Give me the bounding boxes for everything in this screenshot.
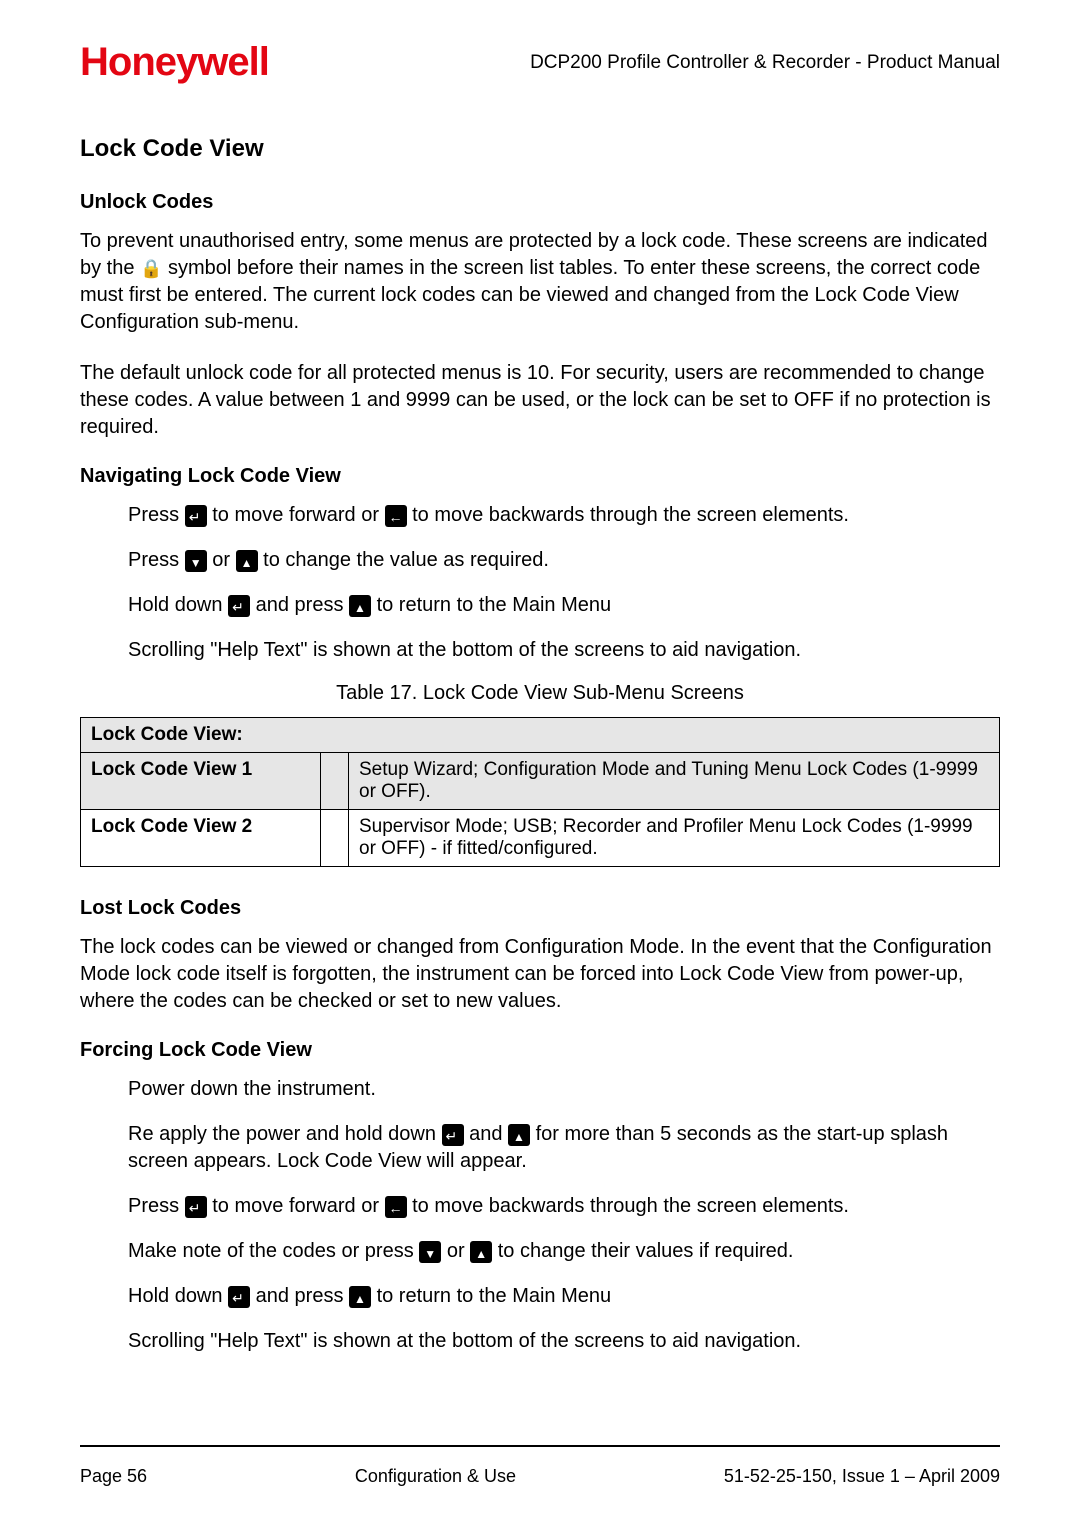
- row-name: Lock Code View 2: [81, 810, 321, 867]
- text: Press: [128, 549, 185, 571]
- back-key-icon: [385, 1196, 407, 1218]
- table-caption: Table 17. Lock Code View Sub-Menu Screen…: [80, 682, 1000, 705]
- row-desc: Setup Wizard; Configuration Mode and Tun…: [349, 753, 1000, 810]
- text: and press: [250, 594, 349, 616]
- enter-key-icon: [228, 595, 250, 617]
- up-key-icon: [470, 1241, 492, 1263]
- text: Hold down: [128, 594, 228, 616]
- text: to change the value as required.: [258, 549, 549, 571]
- text: or: [207, 549, 236, 571]
- footer-docref: 51-52-25-150, Issue 1 – April 2009: [724, 1466, 1000, 1487]
- text: Press: [128, 1195, 185, 1217]
- unlock-paragraph-1: To prevent unauthorised entry, some menu…: [80, 228, 1000, 336]
- lost-lock-codes-heading: Lost Lock Codes: [80, 897, 1000, 920]
- page-header: Honeywell DCP200 Profile Controller & Re…: [80, 40, 1000, 85]
- back-key-icon: [385, 505, 407, 527]
- lock-icon: 🔒: [140, 259, 162, 279]
- navigating-heading: Navigating Lock Code View: [80, 465, 1000, 488]
- forcing-line-6: Scrolling "Help Text" is shown at the bo…: [128, 1328, 1000, 1355]
- enter-key-icon: [185, 1196, 207, 1218]
- brand-logo: Honeywell: [80, 40, 269, 85]
- up-key-icon: [349, 595, 371, 617]
- enter-key-icon: [228, 1286, 250, 1308]
- down-key-icon: [185, 550, 207, 572]
- text: Press: [128, 504, 185, 526]
- page-footer: Page 56 Configuration & Use 51-52-25-150…: [80, 1466, 1000, 1487]
- text: symbol before their names in the screen …: [80, 257, 980, 333]
- text: Re apply the power and hold down: [128, 1123, 442, 1145]
- text: to move backwards through the screen ele…: [407, 1195, 849, 1217]
- row-desc: Supervisor Mode; USB; Recorder and Profi…: [349, 810, 1000, 867]
- table-row: Lock Code View 2 Supervisor Mode; USB; R…: [81, 810, 1000, 867]
- text: Make note of the codes or press: [128, 1240, 419, 1262]
- table-header-row: Lock Code View:: [81, 718, 1000, 753]
- row-name: Lock Code View 1: [81, 753, 321, 810]
- row-spacer: [321, 753, 349, 810]
- up-key-icon: [349, 1286, 371, 1308]
- nav-line-2: Press or to change the value as required…: [128, 547, 1000, 574]
- forcing-line-2: Re apply the power and hold down and for…: [128, 1121, 1000, 1175]
- text: or: [441, 1240, 470, 1262]
- text: to move forward or: [207, 1195, 385, 1217]
- up-key-icon: [508, 1124, 530, 1146]
- forcing-line-3: Press to move forward or to move backwar…: [128, 1193, 1000, 1220]
- enter-key-icon: [442, 1124, 464, 1146]
- down-key-icon: [419, 1241, 441, 1263]
- unlock-paragraph-2: The default unlock code for all protecte…: [80, 360, 1000, 441]
- footer-rule: [80, 1445, 1000, 1447]
- footer-section: Configuration & Use: [355, 1466, 516, 1487]
- text: and press: [250, 1285, 349, 1307]
- table-row: Lock Code View 1 Setup Wizard; Configura…: [81, 753, 1000, 810]
- row-spacer: [321, 810, 349, 867]
- forcing-line-1: Power down the instrument.: [128, 1076, 1000, 1103]
- forcing-line-4: Make note of the codes or press or to ch…: [128, 1238, 1000, 1265]
- table-header: Lock Code View:: [81, 718, 1000, 753]
- text: to return to the Main Menu: [371, 594, 611, 616]
- lost-paragraph: The lock codes can be viewed or changed …: [80, 934, 1000, 1015]
- footer-page-number: Page 56: [80, 1466, 147, 1487]
- enter-key-icon: [185, 505, 207, 527]
- text: Hold down: [128, 1285, 228, 1307]
- text: to return to the Main Menu: [371, 1285, 611, 1307]
- unlock-codes-heading: Unlock Codes: [80, 191, 1000, 214]
- text: and: [464, 1123, 508, 1145]
- nav-line-1: Press to move forward or to move backwar…: [128, 502, 1000, 529]
- forcing-heading: Forcing Lock Code View: [80, 1039, 1000, 1062]
- text: to move backwards through the screen ele…: [407, 504, 849, 526]
- text: to move forward or: [207, 504, 385, 526]
- section-title: Lock Code View: [80, 135, 1000, 163]
- forcing-line-5: Hold down and press to return to the Mai…: [128, 1283, 1000, 1310]
- text: to change their values if required.: [492, 1240, 793, 1262]
- nav-line-3: Hold down and press to return to the Mai…: [128, 592, 1000, 619]
- document-title: DCP200 Profile Controller & Recorder - P…: [530, 52, 1000, 74]
- nav-line-4: Scrolling "Help Text" is shown at the bo…: [128, 637, 1000, 664]
- up-key-icon: [236, 550, 258, 572]
- lock-code-table: Lock Code View: Lock Code View 1 Setup W…: [80, 717, 1000, 867]
